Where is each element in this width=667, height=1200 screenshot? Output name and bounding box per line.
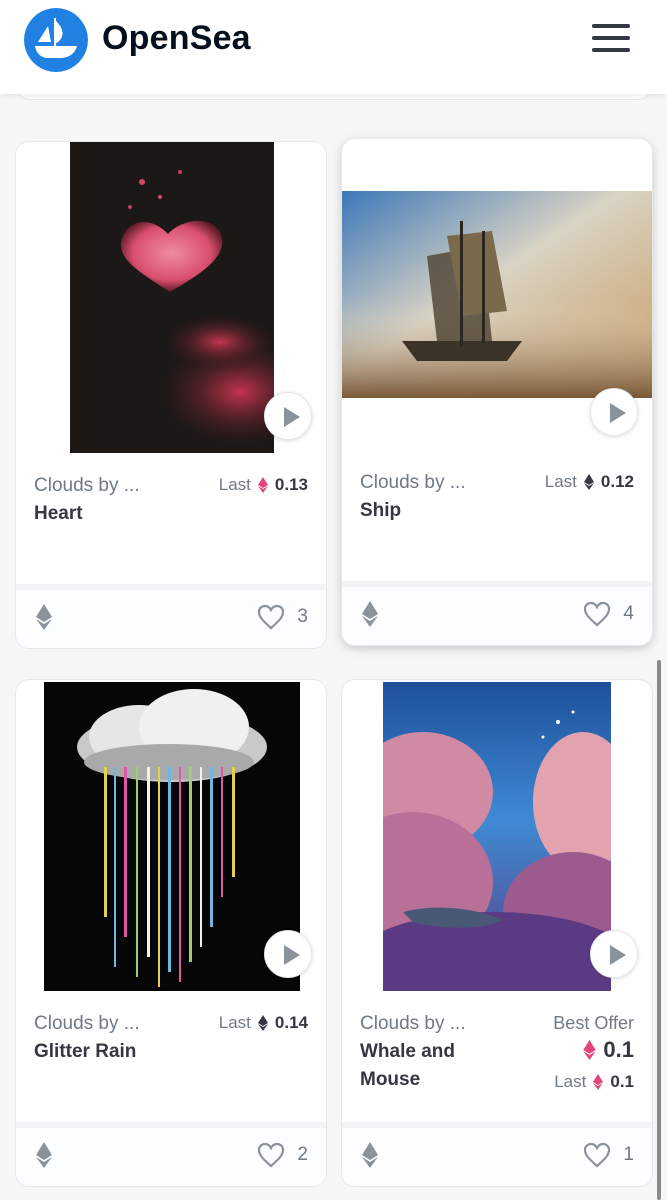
eth-icon (362, 1142, 378, 1168)
like-count: 4 (623, 603, 634, 624)
collection-name[interactable]: Clouds by ... (360, 472, 466, 494)
eth-icon (583, 1040, 597, 1060)
heart-icon[interactable] (257, 1142, 285, 1168)
best-offer-price: 0.1 (583, 1037, 634, 1063)
like-count: 1 (623, 1144, 634, 1165)
favorite-button[interactable]: 1 (583, 1142, 634, 1168)
eth-icon (257, 1015, 268, 1031)
price-value: 0.1 (610, 1072, 634, 1091)
nft-media[interactable] (16, 142, 326, 472)
collection-name[interactable]: Clouds by ... (360, 1013, 466, 1035)
eth-icon (36, 604, 52, 630)
last-price: Last 0.12 (545, 472, 634, 492)
nft-title[interactable]: Ship (360, 497, 401, 525)
nft-media[interactable] (16, 680, 326, 1010)
price-value: 0.13 (274, 475, 308, 494)
brand-name[interactable]: OpenSea (102, 19, 251, 58)
nft-image[interactable] (342, 191, 652, 398)
heart-icon[interactable] (583, 601, 611, 627)
eth-icon (36, 1142, 52, 1168)
offer-value: 0.1 (603, 1037, 634, 1062)
favorite-button[interactable]: 2 (257, 1142, 308, 1168)
offer-label: Best Offer (553, 1013, 634, 1033)
eth-icon (257, 477, 268, 493)
nft-card[interactable]: Clouds by ... Last 0.12 Ship 4 (341, 138, 653, 646)
collection-name[interactable]: Clouds by ... (34, 475, 140, 497)
play-button[interactable] (264, 930, 312, 978)
last-price: Last 0.1 (554, 1072, 634, 1092)
play-button[interactable] (264, 392, 312, 440)
heart-icon[interactable] (583, 1142, 611, 1168)
nft-card[interactable]: Clouds by ... Last 0.13 Heart 3 (15, 141, 327, 649)
nft-title[interactable]: Glitter Rain (34, 1038, 136, 1066)
nft-title-line2[interactable]: Mouse (360, 1066, 420, 1094)
nft-image[interactable] (70, 142, 274, 453)
nft-title[interactable]: Heart (34, 500, 83, 528)
opensea-logo-icon[interactable] (24, 8, 88, 72)
card-footer: 2 (16, 1122, 326, 1186)
like-count: 3 (297, 606, 308, 627)
last-price: Last 0.13 (219, 475, 308, 495)
best-offer-label: Best Offer (553, 1013, 634, 1034)
heart-icon[interactable] (257, 604, 285, 630)
nft-card[interactable]: Clouds by ... Best Offer 0.1 Last 0.1 Wh… (341, 679, 653, 1187)
favorite-button[interactable]: 4 (583, 601, 634, 627)
play-button[interactable] (590, 388, 638, 436)
price-label: Last (554, 1072, 587, 1091)
scrollbar[interactable] (657, 660, 661, 1200)
card-footer: 4 (342, 581, 652, 645)
nft-media[interactable] (342, 139, 652, 469)
price-label: Last (218, 1013, 251, 1032)
eth-icon (593, 1074, 604, 1090)
card-footer: 1 (342, 1122, 652, 1186)
nft-media[interactable] (342, 680, 652, 1010)
card-footer: 3 (16, 584, 326, 648)
last-price: Last 0.14 (219, 1013, 308, 1033)
price-label: Last (218, 475, 251, 494)
nft-title-line1[interactable]: Whale and (360, 1038, 455, 1066)
eth-icon (583, 474, 594, 490)
play-button[interactable] (590, 930, 638, 978)
nft-image[interactable] (383, 682, 611, 991)
collection-name[interactable]: Clouds by ... (34, 1013, 140, 1035)
price-value: 0.14 (274, 1013, 308, 1032)
price-label: Last (544, 472, 577, 491)
price-value: 0.12 (600, 472, 634, 491)
eth-icon (362, 601, 378, 627)
like-count: 2 (297, 1144, 308, 1165)
hamburger-menu-icon[interactable] (592, 24, 630, 54)
app-header: OpenSea (0, 0, 667, 94)
nft-card[interactable]: Clouds by ... Last 0.14 Glitter Rain 2 (15, 679, 327, 1187)
nft-image[interactable] (44, 682, 300, 991)
favorite-button[interactable]: 3 (257, 604, 308, 630)
